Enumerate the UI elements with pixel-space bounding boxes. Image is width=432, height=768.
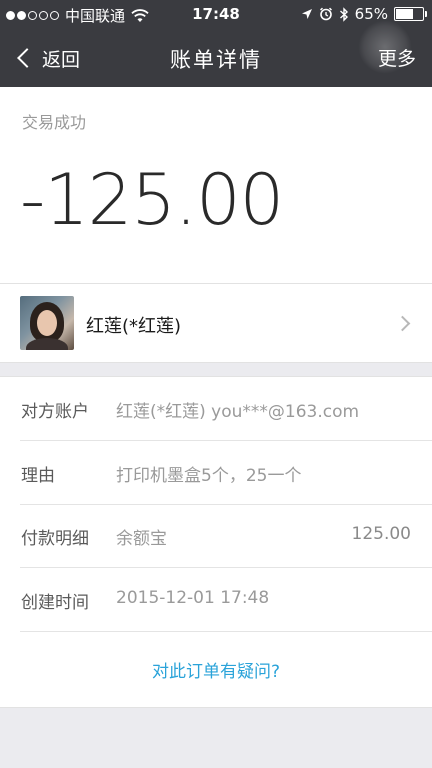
amount-section: 交易成功 -125.00 <box>0 87 432 283</box>
reason-value: 打印机墨盒5个，25一个 <box>116 466 302 486</box>
nav-bar: 返回 账单详情 更多 <box>0 20 432 87</box>
location-arrow-icon <box>301 9 312 19</box>
created-value: 2015-12-01 17:48 <box>116 588 270 608</box>
payment-label: 付款明细 <box>21 529 89 549</box>
status-right: 65% <box>301 5 427 23</box>
bluetooth-icon <box>339 6 348 22</box>
contact-name: 红莲(*红莲) <box>86 316 182 337</box>
transaction-amount: -125.00 <box>20 159 284 241</box>
detail-row-payment: 付款明细 余额宝 125.00 <box>0 504 432 568</box>
details-section: 对方账户 红莲(*红莲) you***@163.com 理由 打印机墨盒5个，2… <box>0 376 432 708</box>
created-label: 创建时间 <box>21 593 89 613</box>
counterparty-label: 对方账户 <box>21 402 89 422</box>
contact-row[interactable]: 红莲(*红莲) <box>0 283 432 363</box>
battery-fill <box>396 9 413 19</box>
payment-value: 余额宝 <box>116 529 167 549</box>
avatar <box>20 296 74 350</box>
detail-row-reason: 理由 打印机墨盒5个，25一个 <box>0 441 432 505</box>
counterparty-value: 红莲(*红莲) you***@163.com <box>116 402 360 422</box>
battery-icon <box>394 7 427 21</box>
order-question-link[interactable]: 对此订单有疑问? <box>0 657 432 682</box>
more-button[interactable]: 更多 <box>378 44 416 71</box>
chevron-right-icon <box>394 315 411 332</box>
payment-amount: 125.00 <box>351 524 411 544</box>
header: 中国联通 17:48 65% 返回 账单详情 更多 <box>0 0 432 87</box>
detail-row-counterparty: 对方账户 红莲(*红莲) you***@163.com <box>0 377 432 441</box>
reason-label: 理由 <box>21 466 55 486</box>
alarm-icon <box>319 7 332 21</box>
transaction-status: 交易成功 <box>22 113 87 132</box>
detail-row-created: 创建时间 2015-12-01 17:48 <box>0 568 432 632</box>
